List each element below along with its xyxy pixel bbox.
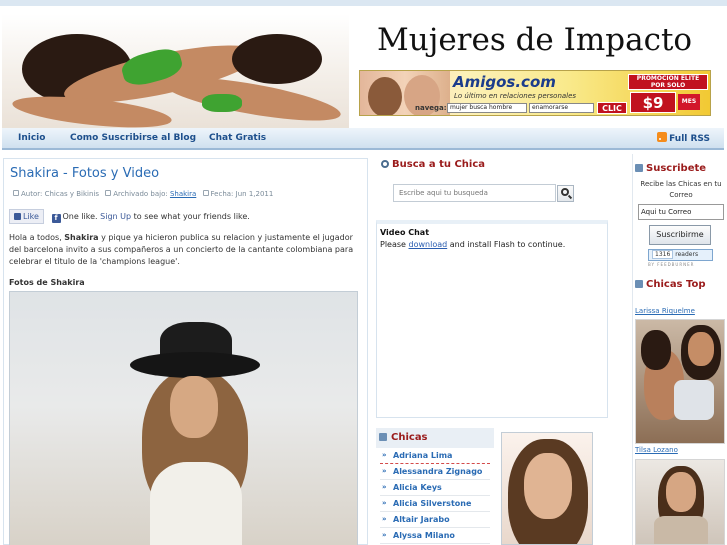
nav-item-inicio[interactable]: Inicio <box>18 133 45 143</box>
site-title[interactable]: Mujeres de Impacto <box>377 22 692 58</box>
chica-link[interactable]: » Alicia Silverstone <box>380 496 490 512</box>
author-icon <box>13 190 19 196</box>
ad-brand: Amigos.com <box>453 73 556 91</box>
chicas-widget: Chicas » Adriana Lima » Alessandra Zignago… <box>376 428 494 545</box>
post-photo[interactable] <box>9 291 358 545</box>
ad-nav-label: navega: <box>415 104 447 112</box>
post-meta: Autor: Chicas y Bikinis Archivado bajo: … <box>9 190 273 198</box>
bullet-icon: » <box>382 531 387 539</box>
post-category-link[interactable]: Shakira <box>170 190 196 198</box>
page: Mujeres de Impacto Amigos.com Lo último … <box>0 0 727 545</box>
video-chat-title: Video Chat <box>380 228 430 237</box>
search-input[interactable] <box>393 184 556 202</box>
search-heading: Busca a tu Chica <box>381 159 485 170</box>
bullet-icon: » <box>382 451 387 459</box>
category-icon <box>379 433 387 441</box>
ad-price: $9 <box>630 92 676 113</box>
bullet-icon: » <box>382 515 387 523</box>
bullet-icon: » <box>382 499 387 507</box>
right-sidebar: Suscribete Recibe las Chicas en tu Corre… <box>632 154 727 545</box>
feedburner-counter[interactable]: 1316 readers <box>648 249 713 261</box>
email-field[interactable] <box>638 204 724 220</box>
facebook-icon: f <box>51 214 61 223</box>
post-body-bold: Shakira <box>64 233 99 242</box>
readers-count: 1316 <box>652 250 674 259</box>
chica-link[interactable]: » Alessandra Zignago <box>380 464 490 480</box>
subscribe-button[interactable]: Suscribirme <box>649 225 711 245</box>
like-info-text: to see what your friends like. <box>133 212 250 221</box>
ad-price-unit: MES <box>678 94 700 110</box>
video-chat-message: Please download and install Flash to con… <box>380 240 566 249</box>
post-subtitle: Fotos de Shakira <box>9 278 85 287</box>
post-body: Hola a todos, Shakira y pique ya hiciero… <box>9 233 354 266</box>
rss-icon <box>657 132 668 142</box>
post-date: Jun 1,2011 <box>235 190 274 198</box>
thumbs-up-icon <box>14 213 21 220</box>
nav-item-suscribirse[interactable]: Como Suscribirse al Blog <box>70 133 196 143</box>
subscribe-heading: Suscribete <box>635 163 706 174</box>
header-women-photo <box>2 14 349 134</box>
folder-icon <box>105 190 112 196</box>
rss-link[interactable]: Full RSS <box>657 132 710 144</box>
rss-label: Full RSS <box>669 134 710 144</box>
top-chica-link[interactable]: Tilsa Lozano <box>635 446 678 454</box>
calendar-icon <box>202 190 209 196</box>
search-icon <box>381 160 389 168</box>
amigos-ad-banner[interactable]: Amigos.com Lo último en relaciones perso… <box>359 70 711 116</box>
chicas-heading: Chicas <box>376 428 494 448</box>
ad-clic-button[interactable]: CLIC <box>597 102 627 114</box>
ad-promo: PROMOCION ELITE POR SOLO <box>628 74 708 90</box>
ad-select-goal[interactable]: enamorarse <box>529 103 594 113</box>
post: Shakira - Fotos y Video Autor: Chicas y … <box>3 158 368 545</box>
main-nav: Inicio Como Suscribirse al Blog Chat Gra… <box>2 128 724 150</box>
featured-chica-photo[interactable] <box>501 432 593 545</box>
star-icon <box>635 280 643 288</box>
nav-item-chat-gratis[interactable]: Chat Gratis <box>209 133 266 143</box>
mail-icon <box>635 164 643 172</box>
bullet-icon: » <box>382 467 387 475</box>
site-header: Mujeres de Impacto Amigos.com Lo último … <box>0 0 727 134</box>
bullet-icon: » <box>382 483 387 491</box>
ad-select-search[interactable]: mujer busca hombre <box>447 103 527 113</box>
chicas-top-heading: Chicas Top <box>635 279 706 290</box>
top-chica-photo[interactable] <box>635 319 725 444</box>
post-author: Chicas y Bikinis <box>44 190 100 198</box>
chica-link[interactable]: » Alyssa Milano <box>380 528 490 544</box>
ad-tagline: Lo último en relaciones personales <box>454 92 577 100</box>
post-title[interactable]: Shakira - Fotos y Video <box>10 166 159 181</box>
feedburner-byline: BY FEEDBURNER <box>648 262 695 267</box>
chica-link[interactable]: » Altair Jarabo <box>380 512 490 528</box>
like-button[interactable]: Like <box>9 209 44 224</box>
chica-link[interactable]: » Alicia Keys <box>380 480 490 496</box>
top-chica-photo[interactable] <box>635 459 725 545</box>
subscribe-text: Recibe las Chicas en tu Correo <box>640 180 722 199</box>
video-chat-widget: Video Chat Please download and install F… <box>376 220 608 418</box>
search-button[interactable] <box>557 185 574 202</box>
flash-download-link[interactable]: download <box>409 240 448 249</box>
facebook-signup-link[interactable]: Sign Up <box>100 212 131 221</box>
facebook-like-row: Like f One like. Sign Up to see what your… <box>9 209 250 224</box>
top-chica-link[interactable]: Larissa Riquelme <box>635 307 695 315</box>
like-count-text: One like. <box>62 212 98 221</box>
chica-link[interactable]: » Adriana Lima <box>380 448 490 464</box>
